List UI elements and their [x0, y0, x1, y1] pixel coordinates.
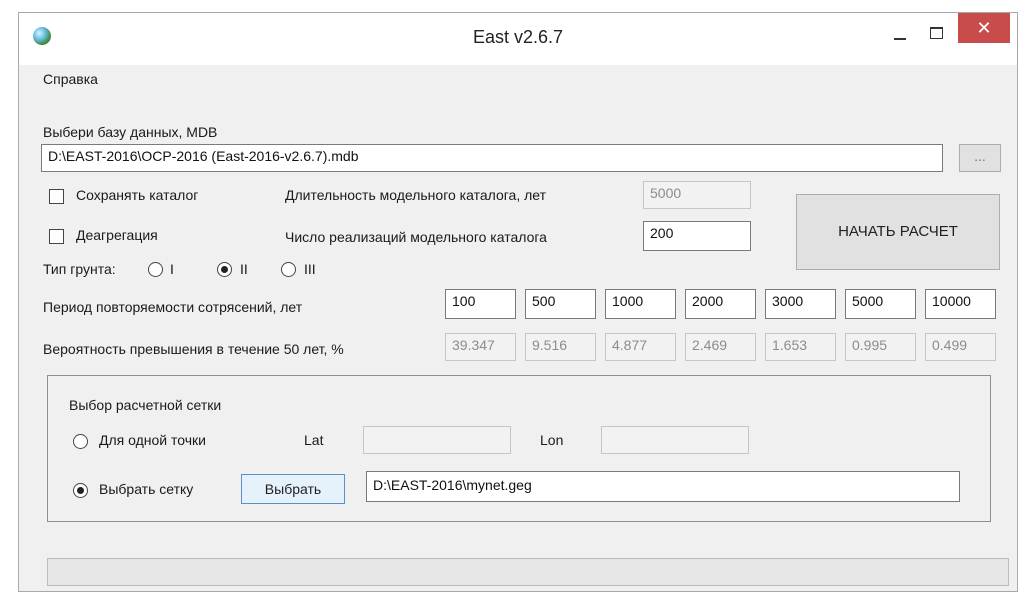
save-catalog-label: Сохранять каталог [76, 187, 199, 203]
probability-value: 4.877 [605, 333, 676, 361]
progress-bar [47, 558, 1009, 586]
lon-input[interactable] [601, 426, 749, 454]
save-catalog-checkbox[interactable] [49, 189, 64, 204]
maximize-button[interactable] [923, 21, 949, 47]
catalog-duration-label: Длительность модельного каталога, лет [285, 187, 547, 203]
soil-type-i-label: I [170, 261, 174, 277]
close-button[interactable]: ✕ [958, 13, 1010, 43]
deaggregation-label: Деагрегация [76, 227, 158, 243]
soil-type-iii-radio[interactable] [281, 262, 296, 277]
exceedance-probability-label: Вероятность превышения в течение 50 лет,… [43, 341, 344, 357]
grid-selection-title: Выбор расчетной сетки [69, 397, 222, 413]
lat-label: Lat [304, 432, 324, 448]
probability-value: 0.995 [845, 333, 916, 361]
probability-value: 1.653 [765, 333, 836, 361]
probability-value: 2.469 [685, 333, 756, 361]
realizations-label: Число реализаций модельного каталога [285, 229, 547, 245]
start-calculation-button[interactable]: НАЧАТЬ РАСЧЕТ [796, 194, 1000, 270]
single-point-label: Для одной точки [99, 432, 206, 448]
period-input[interactable]: 5000 [845, 289, 916, 319]
single-point-radio[interactable] [73, 434, 88, 449]
probability-value: 39.347 [445, 333, 516, 361]
main-window: East v2.6.7 ✕ Справка Выбери базу данных… [18, 12, 1018, 592]
lat-input[interactable] [363, 426, 511, 454]
grid-path-input[interactable]: D:\EAST-2016\mynet.geg [366, 471, 960, 502]
probability-value: 0.499 [925, 333, 996, 361]
probability-value: 9.516 [525, 333, 596, 361]
period-input[interactable]: 500 [525, 289, 596, 319]
database-path-input[interactable]: D:\EAST-2016\OCP-2016 (East-2016-v2.6.7)… [41, 144, 943, 172]
realizations-input[interactable]: 200 [643, 221, 751, 251]
period-input[interactable]: 100 [445, 289, 516, 319]
title-bar: East v2.6.7 ✕ [19, 13, 1017, 65]
catalog-duration-input[interactable]: 5000 [643, 181, 751, 209]
window-title: East v2.6.7 [472, 27, 564, 47]
minimize-button[interactable] [887, 21, 913, 47]
period-input[interactable]: 10000 [925, 289, 996, 319]
period-input[interactable]: 1000 [605, 289, 676, 319]
period-input[interactable]: 3000 [765, 289, 836, 319]
select-grid-button[interactable]: Выбрать [241, 474, 345, 504]
menu-bar: Справка [19, 65, 1017, 95]
select-grid-label: Выбрать сетку [99, 481, 194, 497]
soil-type-ii-radio[interactable] [217, 262, 232, 277]
database-label: Выбери базу данных, MDB [43, 124, 218, 140]
period-input[interactable]: 2000 [685, 289, 756, 319]
soil-type-i-radio[interactable] [148, 262, 163, 277]
menu-help[interactable]: Справка [43, 71, 98, 87]
deaggregation-checkbox[interactable] [49, 229, 64, 244]
soil-type-ii-label: II [240, 261, 248, 277]
lon-label: Lon [540, 432, 564, 448]
select-grid-radio[interactable] [73, 483, 88, 498]
soil-type-label: Тип грунта: [43, 261, 116, 277]
browse-button[interactable]: ... [959, 144, 1001, 172]
recurrence-period-label: Период повторяемости сотрясений, лет [43, 299, 303, 315]
soil-type-iii-label: III [304, 261, 316, 277]
